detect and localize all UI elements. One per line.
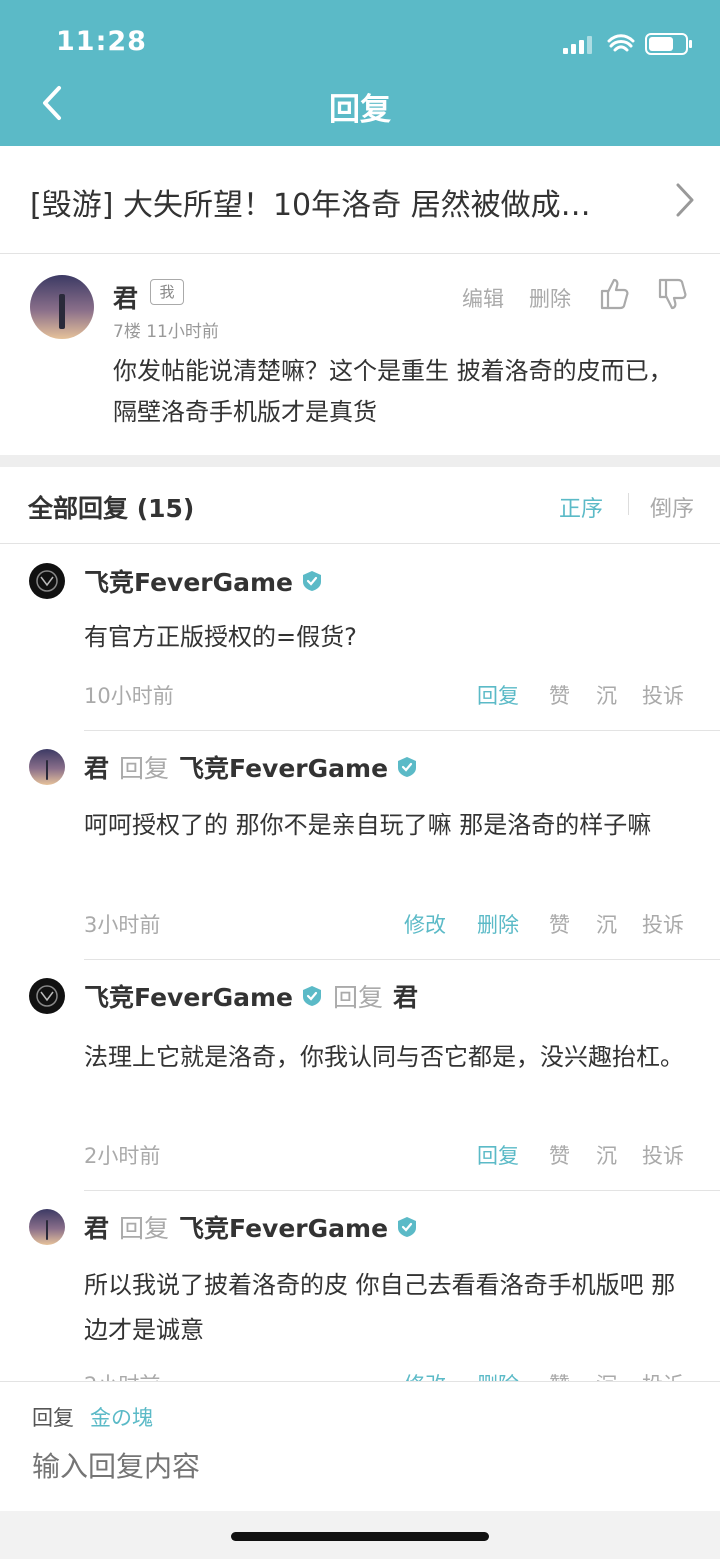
avatar[interactable] <box>29 749 65 785</box>
reply-button[interactable]: 回复 <box>477 680 519 710</box>
verified-icon <box>303 571 321 591</box>
reply-author[interactable]: 飞竞FeverGame <box>84 563 293 599</box>
edit-button[interactable]: 编辑 <box>462 283 504 313</box>
avatar[interactable] <box>29 563 65 599</box>
sink-button[interactable]: 沉 <box>596 909 617 939</box>
reply-item: 君 回复 飞竞FeverGame 呵呵授权了的 那你不是亲自玩了嘛 那是洛奇的样… <box>0 731 720 959</box>
reply-header: 君 回复 飞竞FeverGame <box>84 1209 418 1245</box>
reply-author[interactable]: 飞竞FeverGame <box>84 978 293 1014</box>
app-header: 11:28 回复 <box>0 0 720 146</box>
fevergame-logo-icon <box>36 570 58 592</box>
reply-target[interactable]: 飞竞FeverGame <box>179 749 388 785</box>
page-title: 回复 <box>329 92 391 128</box>
report-button[interactable]: 投诉 <box>642 1140 684 1170</box>
sort-descending-button[interactable]: 倒序 <box>650 491 694 523</box>
reply-header: 飞竞FeverGame 回复 君 <box>84 978 418 1014</box>
reply-text: 有官方正版授权的=假货? <box>84 623 357 651</box>
delete-reply-button[interactable]: 删除 <box>477 1369 519 1381</box>
reply-target[interactable]: 飞竞FeverGame <box>179 1209 388 1245</box>
status-time: 11:28 <box>56 26 147 57</box>
reply-time: 3小时前 <box>84 913 161 937</box>
avatar[interactable] <box>29 978 65 1014</box>
avatar[interactable] <box>29 1209 65 1245</box>
reply-author[interactable]: 君 <box>84 749 109 785</box>
post-meta: 7楼 11小时前 <box>113 322 219 342</box>
reply-author[interactable]: 君 <box>84 1209 109 1245</box>
topic-link[interactable]: [毁游] 大失所望！10年洛奇 居然被做成… <box>0 146 720 254</box>
chevron-right-icon <box>676 183 694 217</box>
signal-icon <box>563 36 592 54</box>
reply-input[interactable] <box>32 1444 692 1490</box>
report-button[interactable]: 投诉 <box>642 909 684 939</box>
avatar-figure <box>45 1219 49 1240</box>
reply-time: 2小时前 <box>84 1369 160 1381</box>
sort-ascending-button[interactable]: 正序 <box>559 491 603 523</box>
reply-composer: 回复 金の塊 <box>0 1381 720 1511</box>
reply-time: 10小时前 <box>84 684 174 708</box>
home-indicator[interactable] <box>231 1532 489 1541</box>
reply-target[interactable]: 君 <box>393 978 418 1014</box>
section-divider <box>0 455 720 467</box>
topic-title: [毁游] 大失所望！10年洛奇 居然被做成… <box>30 188 591 223</box>
sink-button[interactable]: 沉 <box>596 680 617 710</box>
report-button[interactable]: 投诉 <box>642 1369 684 1381</box>
avatar-figure <box>45 759 49 780</box>
report-button[interactable]: 投诉 <box>642 680 684 710</box>
battery-icon <box>645 33 692 55</box>
reply-to-label: 回复 <box>32 1406 74 1430</box>
reply-word: 回复 <box>119 1214 170 1243</box>
replies-header: 全部回复 (15) 正序 倒序 <box>0 467 720 544</box>
verified-icon <box>398 757 417 777</box>
thumbs-up-icon[interactable] <box>599 277 629 311</box>
delete-reply-button[interactable]: 删除 <box>477 909 519 939</box>
reply-word: 回复 <box>119 754 170 783</box>
modify-button[interactable]: 修改 <box>404 909 446 939</box>
fevergame-logo-icon <box>36 985 58 1007</box>
like-button[interactable]: 赞 <box>549 1140 570 1170</box>
modify-button[interactable]: 修改 <box>404 1369 446 1381</box>
wifi-icon <box>607 34 635 52</box>
like-button[interactable]: 赞 <box>549 909 570 939</box>
reply-header: 君 回复 飞竞FeverGame <box>84 749 418 785</box>
avatar[interactable] <box>30 275 94 339</box>
me-badge: 我 <box>150 279 184 305</box>
verified-icon <box>303 986 321 1006</box>
delete-button[interactable]: 删除 <box>529 283 571 313</box>
thumbs-down-icon[interactable] <box>657 277 687 311</box>
post-text: 你发帖能说清楚嘛？这个是重生 披着洛奇的皮而已，隔壁洛奇手机版才是真货 <box>113 357 673 426</box>
reply-text: 呵呵授权了的 那你不是亲自玩了嘛 那是洛奇的样子嘛 <box>84 811 652 839</box>
reply-text: 法理上它就是洛奇，你我认同与否它都是，没兴趣抬杠。 <box>84 1043 684 1071</box>
avatar-figure <box>59 294 65 330</box>
reply-item: 君 回复 飞竞FeverGame 所以我说了披着洛奇的皮 你自己去看看洛奇手机版… <box>0 1191 720 1381</box>
reply-text: 所以我说了披着洛奇的皮 你自己去看看洛奇手机版吧 那边才是诚意 <box>84 1271 676 1344</box>
reply-item: 飞竞FeverGame 有官方正版授权的=假货? 10小时前 回复 赞 沉 投诉 <box>0 545 720 730</box>
replies-title: 全部回复 (15) <box>28 494 195 523</box>
reply-item: 飞竞FeverGame 回复 君 法理上它就是洛奇，你我认同与否它都是，没兴趣抬… <box>0 960 720 1190</box>
sink-button[interactable]: 沉 <box>596 1369 617 1381</box>
like-button[interactable]: 赞 <box>549 1369 570 1381</box>
reply-time: 2小时前 <box>84 1144 161 1168</box>
original-post: 君 我 7楼 11小时前 编辑 删除 你发帖能说清楚嘛？这个是重生 披着洛奇的皮… <box>0 255 720 455</box>
like-button[interactable]: 赞 <box>549 680 570 710</box>
post-author[interactable]: 君 <box>113 279 138 315</box>
sink-button[interactable]: 沉 <box>596 1140 617 1170</box>
reply-to-name: 金の塊 <box>90 1406 153 1430</box>
sort-separator <box>628 493 629 515</box>
reply-header: 飞竞FeverGame <box>84 563 323 599</box>
verified-icon <box>398 1217 417 1237</box>
reply-button[interactable]: 回复 <box>477 1140 519 1170</box>
reply-word: 回复 <box>333 983 384 1012</box>
